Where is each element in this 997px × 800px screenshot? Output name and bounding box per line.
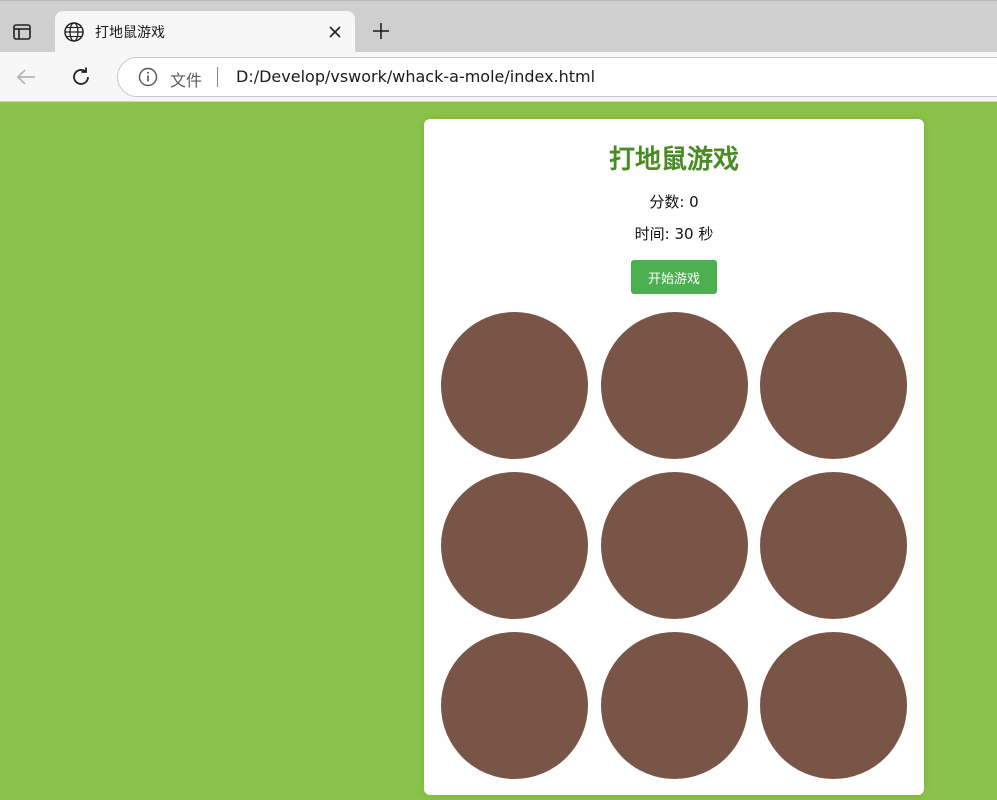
mole-hole[interactable] [441,472,588,619]
mole-grid [441,312,907,779]
address-bar[interactable]: 文件 D:/Develop/vswork/whack-a-mole/index.… [117,57,997,97]
active-tab[interactable]: 打地鼠游戏 [55,11,355,53]
address-separator [217,67,218,87]
tab-title: 打地鼠游戏 [95,25,165,41]
globe-icon [63,21,85,43]
back-arrow-icon[interactable] [11,62,41,92]
score-display: 分数: 0 [649,193,699,211]
mole-hole[interactable] [760,472,907,619]
tab-strip: 打地鼠游戏 [0,0,997,53]
mole-hole[interactable] [441,632,588,779]
page-background: 打地鼠游戏 分数: 0 时间: 30 秒 开始游戏 [0,102,997,800]
mole-hole[interactable] [441,312,588,459]
start-game-button[interactable]: 开始游戏 [631,260,717,294]
mole-hole[interactable] [600,312,748,459]
mole-hole[interactable] [760,312,907,459]
mole-hole[interactable] [760,632,907,779]
url-text[interactable]: D:/Develop/vswork/whack-a-mole/index.htm… [236,67,595,86]
game-container: 打地鼠游戏 分数: 0 时间: 30 秒 开始游戏 [424,119,924,795]
plus-icon[interactable] [369,19,393,43]
mole-hole[interactable] [600,472,748,619]
site-info-label[interactable]: 文件 [170,67,202,91]
tab-actions-icon[interactable] [8,18,36,46]
browser-toolbar: 文件 D:/Develop/vswork/whack-a-mole/index.… [0,52,997,102]
close-icon[interactable] [325,22,345,42]
info-icon[interactable] [138,67,158,87]
reload-icon[interactable] [66,62,96,92]
game-title: 打地鼠游戏 [608,145,739,175]
time-display: 时间: 30 秒 [634,225,714,243]
mole-hole[interactable] [600,632,748,779]
